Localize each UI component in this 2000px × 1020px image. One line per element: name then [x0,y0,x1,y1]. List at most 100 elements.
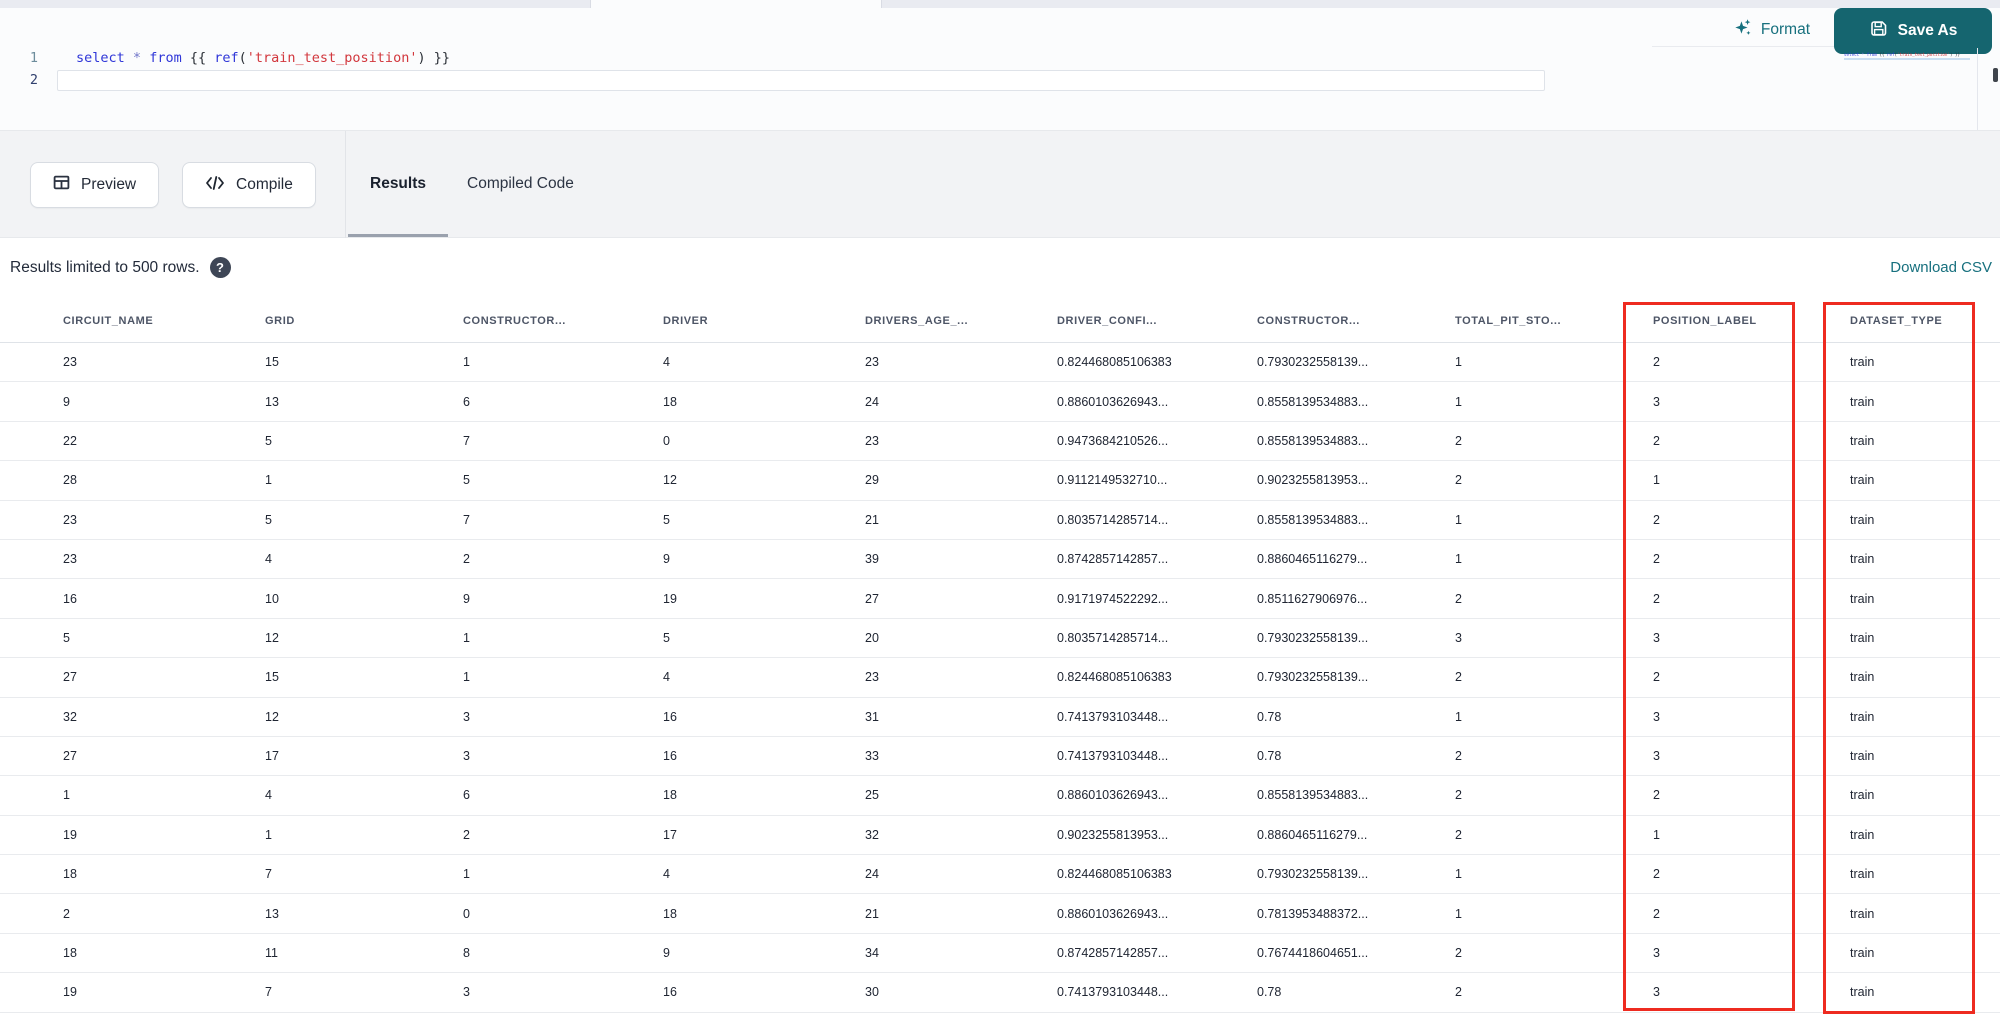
table-cell: 6 [463,394,470,409]
column-header-grid: GRID [265,315,295,327]
code-token: ( [238,50,247,66]
table-cell: 0.8860103626943... [1057,788,1169,803]
table-cell: 20 [865,630,879,645]
results-limit-text: Results limited to 500 rows. [10,258,200,276]
table-cell: 2 [1653,591,1660,606]
table-cell: 3 [1653,946,1660,961]
table-row: 23 4 2 9 39 0.8742857142857... 0.8860465116279… [0,540,2000,580]
code-token: ) [417,50,426,66]
table-cell: 1 [1653,827,1660,842]
help-icon[interactable]: ? [209,257,231,278]
active-file-tab[interactable] [590,0,882,8]
sql-editor[interactable]: 1 select * from {{ ref('train_test_posit… [0,8,2000,130]
table-cell: 0.8860465116279... [1257,552,1368,567]
table-cell: 9 [463,591,470,606]
table-cell: 3 [463,709,470,724]
table-cell: 0.9171974522292... [1057,591,1169,606]
table-cell: train [1850,433,1875,448]
editor-scrollbar-track [1977,48,1978,130]
table-cell: 1 [1455,355,1462,370]
table-cell: 0.8558139534883... [1257,433,1369,448]
editor-scrollbar-thumb[interactable] [1993,68,1998,82]
column-header-driver: DRIVER [663,315,709,327]
table-cell: 24 [865,394,879,409]
table-cell: 0.7930232558139... [1257,670,1369,685]
table-cell: 18 [663,394,677,409]
table-cell: 4 [265,788,272,803]
download-csv-link[interactable]: Download CSV [1890,259,1992,276]
table-cell: 2 [63,906,70,921]
table-cell: 0.8860103626943... [1057,906,1169,921]
save-icon [1869,19,1888,43]
code-token: from [1866,52,1877,57]
table-row: 27 17 3 16 33 0.7413793103448... 0.78 2 3 train [0,737,2000,777]
format-button[interactable]: Format [1733,18,1810,42]
code-token: {{ [181,50,215,66]
table-row: 5 12 1 5 20 0.8035714285714... 0.7930232558139… [0,619,2000,659]
table-row: 28 1 5 12 29 0.9112149532710... 0.902325581395… [0,461,2000,501]
table-cell: 16 [663,709,677,724]
minimap-viewport-indicator [1844,58,1970,60]
table-cell: 3 [1653,394,1660,409]
column-header-constructor: CONSTRUCTOR... [1257,315,1360,327]
table-cell: 33 [865,749,879,764]
compile-button[interactable]: Compile [182,162,316,208]
table-cell: 22 [63,433,77,448]
table-cell: 13 [265,906,279,921]
table-cell: 1 [463,630,470,645]
active-line-highlight[interactable] [57,70,1545,91]
save-as-button[interactable]: Save As [1834,8,1992,54]
table-cell: 19 [63,827,77,842]
table-cell: 1 [463,670,470,685]
preview-label: Preview [81,176,137,193]
column-header-driver-confi: DRIVER_CONFI... [1057,315,1158,327]
table-cell: 0.7930232558139... [1257,867,1369,882]
code-line-1[interactable]: select * from {{ ref('train_test_positio… [76,48,450,68]
table-cell: 31 [865,709,879,724]
table-icon [53,174,70,196]
column-header-drivers-age: DRIVERS_AGE_... [865,315,969,327]
table-cell: 0.7674418604651... [1257,946,1369,961]
table-cell: 2 [1455,433,1462,448]
code-token: select [76,50,125,66]
table-cell: train [1850,591,1875,606]
table-cell: 4 [663,670,670,685]
results-table: CIRCUIT_NAME GRID CONSTRUCTOR... DRIVER DRIV… [0,300,2000,1013]
table-cell: 0.8860103626943... [1057,394,1169,409]
table-cell: 12 [265,630,279,645]
table-cell: 19 [63,985,77,1000]
table-row: 9 13 6 18 24 0.8860103626943... 0.855813953488… [0,382,2000,422]
table-cell: train [1850,552,1875,567]
table-cell: 21 [865,512,879,527]
format-label: Format [1760,21,1810,38]
table-cell: 18 [663,788,677,803]
table-cell: 1 [1653,473,1660,488]
active-tab-underline [348,234,448,237]
tab-compiled-code[interactable]: Compiled Code [467,175,574,193]
table-cell: train [1850,473,1875,488]
table-header-row: CIRCUIT_NAME GRID CONSTRUCTOR... DRIVER DRIV… [0,300,2000,343]
table-cell: 2 [1653,552,1660,567]
table-cell: 0.9112149532710... [1057,473,1168,488]
table-cell: 3 [463,985,470,1000]
table-cell: 11 [265,946,278,961]
sparkles-icon [1733,18,1752,42]
column-header-circuit-name: CIRCUIT_NAME [63,315,154,327]
table-cell: 16 [63,591,77,606]
table-cell: 2 [1455,749,1462,764]
table-cell: train [1850,906,1875,921]
preview-button[interactable]: Preview [30,162,160,208]
table-cell: 9 [63,394,70,409]
table-cell: 0.8742857142857... [1057,552,1169,567]
tab-results[interactable]: Results [348,175,448,193]
table-cell: 0.7413793103448... [1057,749,1169,764]
table-cell: 0.78 [1257,749,1282,764]
table-cell: 2 [1455,985,1462,1000]
table-row: 19 1 2 17 32 0.9023255813953... 0.886046511627… [0,816,2000,856]
line-number-2: 2 [29,72,38,88]
table-cell: train [1850,630,1875,645]
table-cell: train [1850,709,1875,724]
table-cell: 25 [865,788,879,803]
table-cell: 7 [463,433,470,448]
table-cell: 2 [463,552,470,567]
